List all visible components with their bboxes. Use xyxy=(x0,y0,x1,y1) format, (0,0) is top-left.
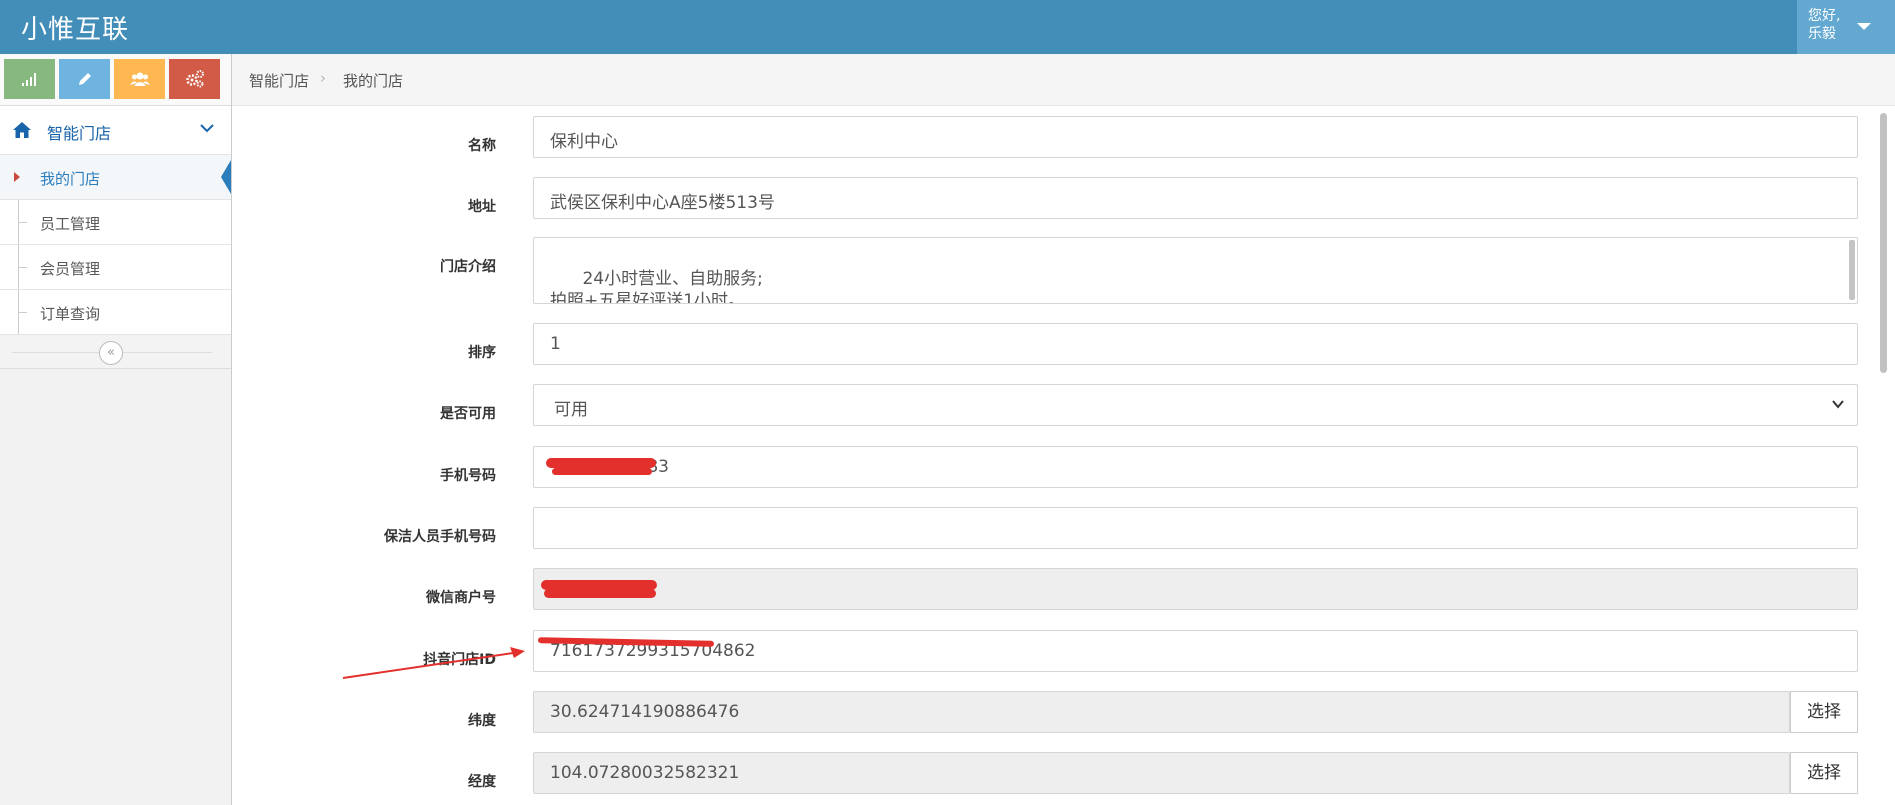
sidebar-item-label: 订单查询 xyxy=(40,305,101,323)
sidebar-item-label: 员工管理 xyxy=(40,215,101,233)
sidebar: 智能门店 我的门店 员工管理 会员管理 订单查询 « xyxy=(0,54,232,805)
breadcrumb-separator-icon: › xyxy=(320,69,326,87)
phone-label: 手机号码 xyxy=(440,468,496,484)
name-label: 名称 xyxy=(468,138,496,154)
page-scrollbar[interactable] xyxy=(1872,107,1895,805)
sidebar-item-label: 会员管理 xyxy=(40,260,101,278)
sidebar-item-members[interactable]: 会员管理 xyxy=(0,245,231,290)
user-menu[interactable]: 您好, 乐毅 xyxy=(1797,0,1895,54)
users-icon xyxy=(129,72,150,86)
sidebar-item-staff[interactable]: 员工管理 xyxy=(0,200,231,245)
name-field[interactable]: 保利中心 xyxy=(533,116,1858,158)
sidebar-item-label: 我的门店 xyxy=(40,170,101,188)
annotation-arrow-icon xyxy=(342,647,525,679)
sidebar-item-my-store[interactable]: 我的门店 xyxy=(0,155,231,200)
address-field[interactable]: 武侯区保利中心A座5楼513号 xyxy=(533,177,1858,219)
shortcut-pencil-button[interactable] xyxy=(59,59,110,99)
redaction-mark xyxy=(552,468,652,475)
intro-textarea[interactable]: 24小时营业、自助服务; 拍照+五星好评送1小时。 WIFI：TP-Link_6… xyxy=(533,237,1858,304)
sidebar-item-smart-store[interactable]: 智能门店 xyxy=(0,106,231,155)
enabled-label: 是否可用 xyxy=(440,406,496,422)
sort-field[interactable]: 1 xyxy=(533,323,1858,365)
intro-label: 门店介绍 xyxy=(440,259,496,275)
double-chevron-left-icon[interactable]: « xyxy=(99,341,123,365)
scrollbar-thumb[interactable] xyxy=(1880,113,1887,373)
enabled-select[interactable]: 可用 xyxy=(533,384,1858,426)
redaction-mark xyxy=(546,458,656,468)
shortcut-users-button[interactable] xyxy=(114,59,165,99)
textarea-scrollbar[interactable] xyxy=(1849,240,1855,300)
latitude-label: 纬度 xyxy=(468,713,496,729)
breadcrumb-item[interactable]: 智能门店 xyxy=(249,70,309,91)
active-marker-icon xyxy=(14,172,20,182)
sidebar-collapse-bar: « xyxy=(0,336,231,369)
sort-label: 排序 xyxy=(468,345,496,361)
app-title[interactable]: 小惟互联 xyxy=(21,9,129,46)
douyin-id-field[interactable]: 7161737299315704862 xyxy=(533,630,1858,672)
cogs-icon xyxy=(185,70,204,88)
cleaner-phone-label: 保洁人员手机号码 xyxy=(384,529,496,545)
store-form: 名称 保利中心 地址 武侯区保利中心A座5楼513号 门店介绍 24小时营业、自… xyxy=(232,107,1872,805)
breadcrumb-item: 我的门店 xyxy=(343,72,404,90)
latitude-field: 30.624714190886476 xyxy=(533,691,1790,733)
longitude-field: 104.07280032582321 xyxy=(533,752,1790,794)
sidebar-item-label: 智能门店 xyxy=(47,124,112,143)
sidebar-item-orders[interactable]: 订单查询 xyxy=(0,290,231,335)
cleaner-phone-field[interactable] xyxy=(533,507,1858,549)
home-icon xyxy=(13,122,31,138)
active-pointer-icon xyxy=(221,160,231,194)
longitude-label: 经度 xyxy=(468,774,496,790)
redaction-mark xyxy=(544,589,656,598)
pencil-icon xyxy=(78,73,91,85)
shortcut-cogs-button[interactable] xyxy=(169,59,220,99)
shortcut-signal-button[interactable] xyxy=(4,59,55,99)
caret-down-icon xyxy=(1857,23,1871,30)
latitude-select-button[interactable]: 选择 xyxy=(1790,691,1858,733)
chevron-down-icon xyxy=(200,124,214,133)
sidebar-shortcuts xyxy=(0,54,231,106)
address-label: 地址 xyxy=(468,199,496,215)
breadcrumb: 智能门店 › 我的门店 xyxy=(232,54,1895,106)
longitude-select-button[interactable]: 选择 xyxy=(1790,752,1858,794)
user-greeting: 您好, 乐毅 xyxy=(1808,8,1841,42)
top-navbar: 小惟互联 您好, 乐毅 xyxy=(0,0,1895,54)
signal-icon xyxy=(21,73,36,86)
wechat-merchant-field: 16990722 xyxy=(533,568,1858,610)
phone-field[interactable]: 18628434583 xyxy=(533,446,1858,488)
wechat-merchant-label: 微信商户号 xyxy=(426,590,496,606)
chevron-down-icon xyxy=(1832,400,1844,409)
